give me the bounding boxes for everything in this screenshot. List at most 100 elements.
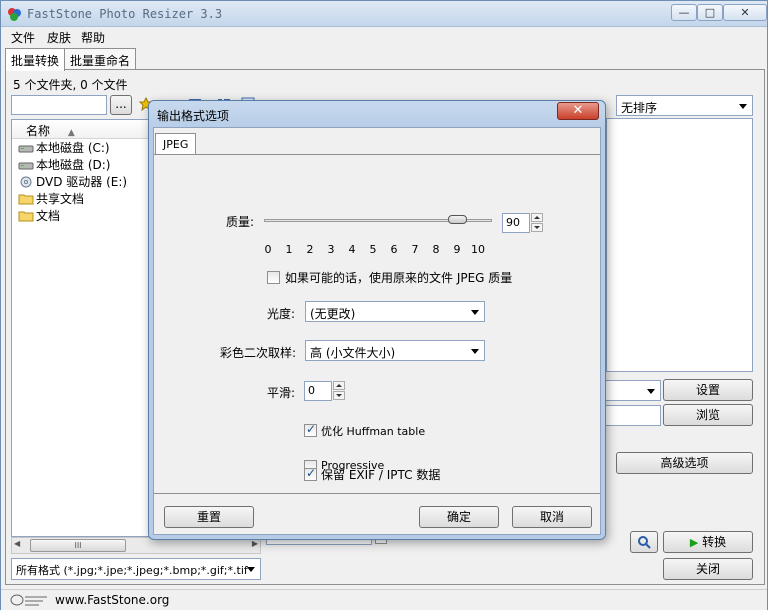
path-input[interactable] [11, 95, 107, 115]
subsampling-label: 彩色二次取样: [220, 346, 297, 360]
keep-exif-checkbox[interactable] [304, 466, 317, 481]
file-count: 5 个文件夹, 0 个文件 [13, 78, 128, 92]
tree-item-label: 本地磁盘 (D:) [36, 158, 111, 172]
quality-tick-label: 6 [390, 243, 398, 256]
dvd-icon [20, 176, 32, 187]
sort-dropdown[interactable]: 无排序 [616, 95, 753, 116]
chevron-down-icon [647, 389, 655, 394]
drive-icon [18, 145, 34, 152]
tree-item-label: DVD 驱动器 (E:) [36, 175, 128, 189]
scroll-thumb[interactable]: III [30, 539, 126, 552]
smoothing-input[interactable]: 0 [304, 381, 332, 401]
quality-tick-label: 2 [306, 243, 314, 256]
close-icon: ✕ [572, 103, 584, 118]
app-icon [8, 8, 21, 21]
tab-batch-rename[interactable]: 批量重命名 [64, 48, 137, 70]
convert-button[interactable]: ▶ 转换 [663, 531, 753, 553]
close-window-button[interactable]: ✕ [723, 4, 767, 21]
browse-folder-button[interactable]: ... [110, 95, 132, 115]
keep-exif-label: 保留 EXIF / IPTC 数据 [321, 468, 441, 482]
tab-jpeg[interactable]: JPEG [155, 133, 197, 155]
reset-button[interactable]: 重置 [164, 506, 254, 528]
preview-button[interactable] [630, 531, 658, 553]
quality-label: 质量: [226, 215, 255, 229]
scroll-grip: III [74, 541, 82, 550]
brightness-label: 光度: [267, 307, 296, 321]
column-name-header: 名称 [26, 124, 51, 138]
menu-help[interactable]: 帮助 [81, 29, 105, 46]
folder-icon [18, 194, 34, 204]
smoothing-spin-down[interactable] [333, 391, 345, 400]
quality-tick-label: 4 [348, 243, 356, 256]
faststone-logo-icon [10, 594, 47, 606]
use-original-quality-checkbox[interactable] [267, 271, 280, 284]
ok-button[interactable]: 确定 [419, 506, 499, 528]
browse-button[interactable]: 浏览 [663, 404, 753, 426]
quality-tick-label: 5 [369, 243, 377, 256]
optimize-huffman-label: 优化 Huffman table [321, 425, 426, 438]
quality-tick-label: 3 [327, 243, 335, 256]
window-title: FastStone Photo Resizer 3.3 [27, 7, 223, 21]
chevron-down-icon [471, 349, 479, 354]
scroll-right-arrow[interactable]: ▶ [252, 539, 258, 548]
chevron-down-icon [247, 567, 255, 572]
drive-icon [18, 162, 34, 169]
quality-tick-label: 0 [264, 243, 272, 256]
quality-tick-label: 7 [411, 243, 419, 256]
close-icon: ✕ [740, 6, 750, 19]
file-type-filter[interactable]: 所有格式 (*.jpg;*.jpe;*.jpeg;*.bmp;*.gif;*.t… [11, 558, 261, 580]
input-list[interactable] [606, 118, 753, 372]
quality-spin-down[interactable] [531, 223, 543, 232]
chevron-down-icon [471, 310, 479, 315]
convert-label: 转换 [702, 535, 727, 549]
title-bar: FastStone Photo Resizer 3.3 — □ ✕ [1, 1, 767, 27]
quality-input[interactable]: 90 [502, 213, 530, 233]
minimize-icon: — [678, 6, 690, 19]
play-icon: ▶ [689, 536, 699, 549]
dialog-title: 输出格式选项 [157, 109, 230, 123]
scroll-left-arrow[interactable]: ◀ [14, 539, 20, 548]
quality-tick-label: 10 [471, 243, 485, 256]
maximize-icon: □ [704, 6, 716, 19]
magnifier-icon [638, 536, 651, 549]
settings-button[interactable]: 设置 [663, 379, 753, 401]
brightness-value: (无更改) [310, 307, 356, 321]
sort-asc-icon: ▲ [67, 128, 75, 138]
output-folder-input[interactable] [605, 405, 661, 426]
close-button[interactable]: 关闭 [663, 558, 753, 580]
quality-tick-label: 1 [285, 243, 293, 256]
chevron-down-icon [739, 104, 747, 109]
quality-tick-label: 8 [432, 243, 440, 256]
website-link[interactable]: www.FastStone.org [55, 593, 169, 607]
tree-item-label: 共享文档 [36, 192, 85, 206]
menu-bar: 文件 皮肤 帮助 [1, 27, 767, 47]
file-type-filter-value: 所有格式 (*.jpg;*.jpe;*.jpeg;*.bmp;*.gif;*.t… [16, 564, 248, 577]
quality-spin-up[interactable] [531, 213, 543, 222]
sort-value: 无排序 [621, 101, 658, 115]
use-original-quality-label: 如果可能的话，使用原来的文件 JPEG 质量 [285, 271, 513, 285]
menu-skin[interactable]: 皮肤 [47, 29, 71, 46]
jpeg-options-panel: 质量: 0 1 2 3 4 5 6 7 8 9 10 90 如果可能的话，使用原来的文件 JPEG … [154, 154, 600, 494]
brightness-dropdown[interactable]: (无更改) [305, 301, 485, 322]
folder-icon [18, 211, 34, 221]
optimize-huffman-checkbox[interactable] [304, 422, 317, 437]
menu-file[interactable]: 文件 [11, 29, 35, 46]
smoothing-label: 平滑: [267, 386, 296, 400]
advanced-options-button[interactable]: 高级选项 [616, 452, 753, 474]
subsampling-dropdown[interactable]: 高 (小文件大小) [305, 340, 485, 361]
output-format-dropdown[interactable] [605, 380, 661, 401]
minimize-button[interactable]: — [671, 4, 697, 21]
quality-slider-thumb[interactable] [448, 215, 467, 224]
output-format-dialog: 输出格式选项 ✕ JPEG 质量: 0 1 2 3 4 5 6 7 8 9 10 90 如果可能的话… [148, 100, 606, 540]
tree-item-label: 文档 [36, 209, 61, 223]
dialog-close-button[interactable]: ✕ [557, 102, 599, 120]
dialog-body: JPEG 质量: 0 1 2 3 4 5 6 7 8 9 10 90 如果可能的话，使用原来的文件 … [153, 127, 601, 535]
status-bar: www.FastStone.org [1, 589, 767, 610]
tree-item-label: 本地磁盘 (C:) [36, 141, 110, 155]
maximize-button[interactable]: □ [697, 4, 723, 21]
subsampling-value: 高 (小文件大小) [310, 346, 396, 360]
cancel-button[interactable]: 取消 [512, 506, 592, 528]
smoothing-spin-up[interactable] [333, 381, 345, 390]
quality-tick-label: 9 [453, 243, 461, 256]
tab-batch-convert[interactable]: 批量转换 [5, 48, 66, 71]
